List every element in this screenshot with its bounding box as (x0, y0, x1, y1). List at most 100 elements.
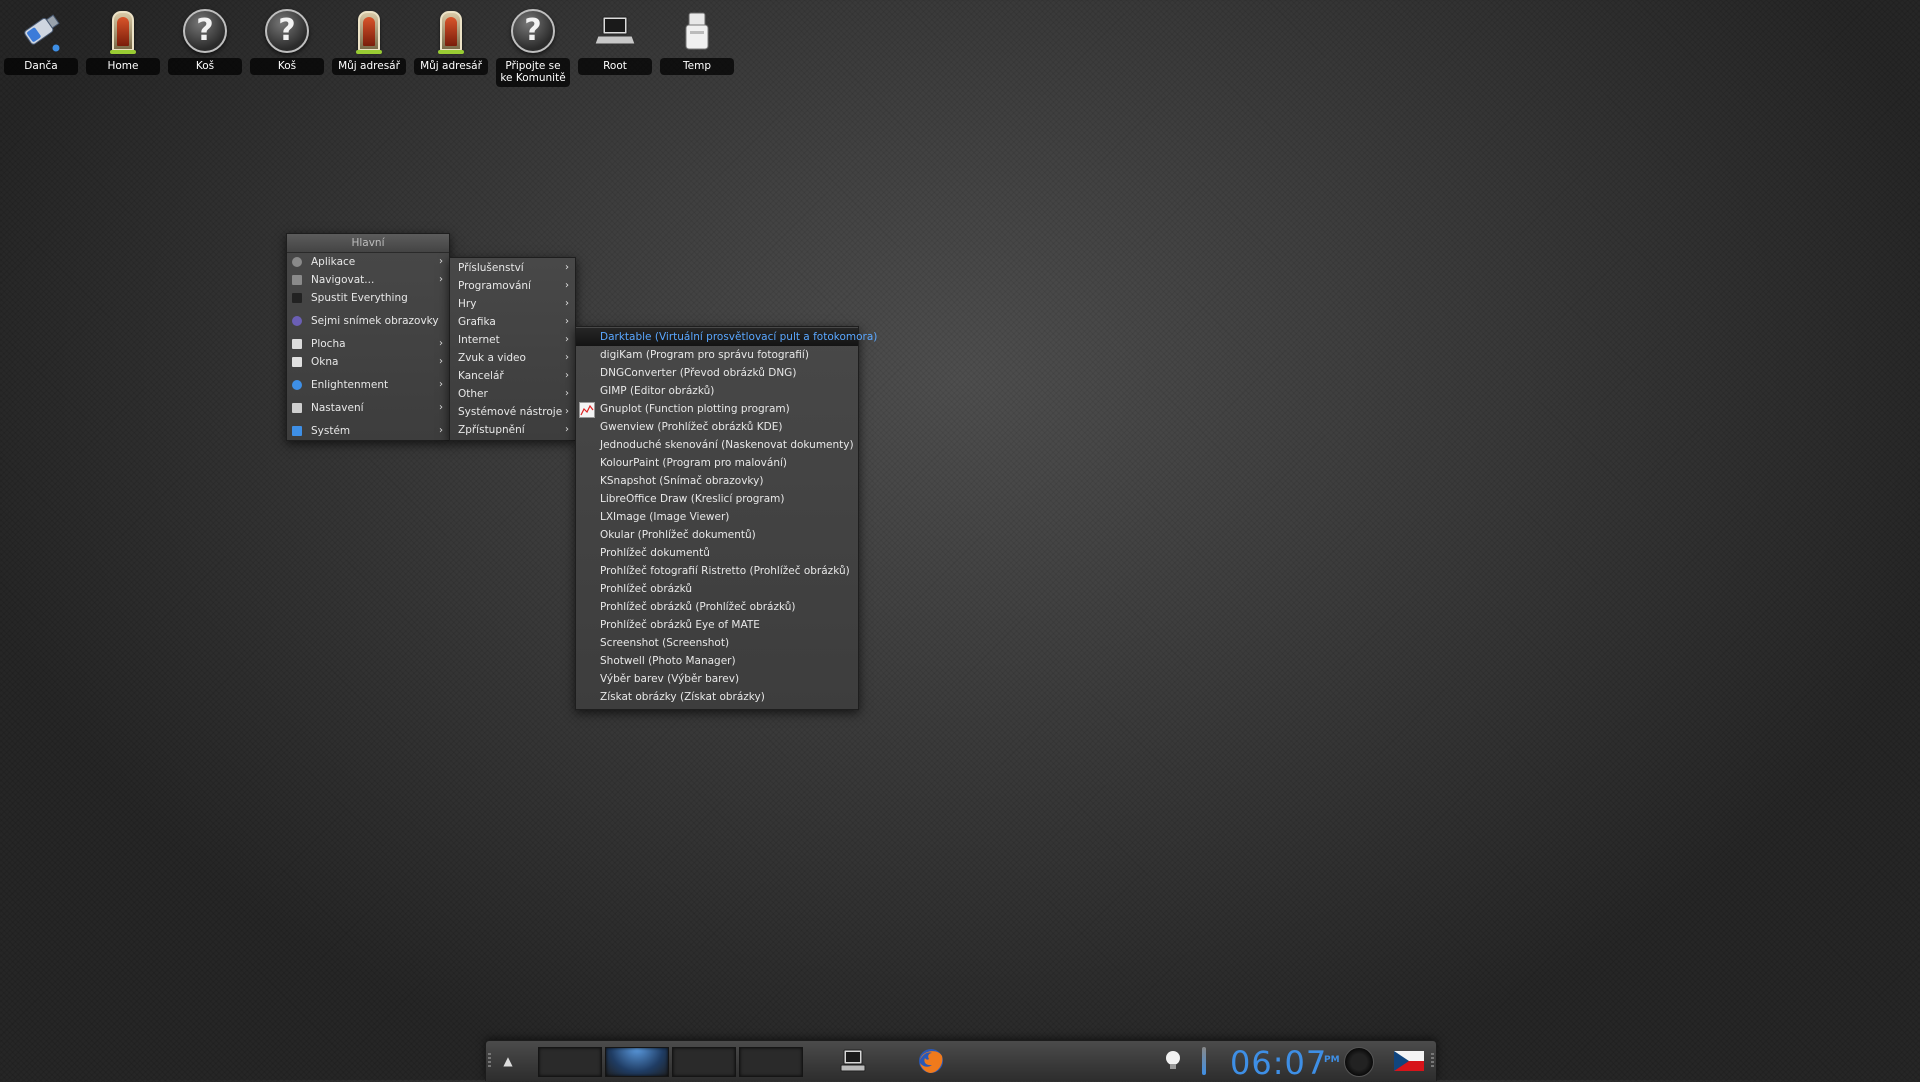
keyboard-layout-switcher[interactable] (1394, 1051, 1424, 1071)
graphics-app-item[interactable]: LXImage (Image Viewer) (576, 508, 858, 526)
menu-item-label: Systém (311, 425, 351, 437)
firefox-icon (919, 1049, 943, 1073)
main-menu-item[interactable]: Plocha › (287, 335, 449, 353)
chevron-right-icon: › (439, 256, 443, 267)
main-menu-item[interactable]: Enlightenment › (287, 376, 449, 394)
graphics-app-item[interactable]: Výběr barev (Výběr barev) (576, 670, 858, 688)
unknown-question-icon: ? (248, 4, 326, 58)
shelf-handle-left[interactable] (488, 1053, 491, 1069)
menu-item-label: Aplikace (311, 256, 356, 268)
graphics-app-item[interactable]: Gnuplot (Function plotting program) (576, 400, 858, 418)
main-menu-item[interactable]: Spustit Everything (287, 289, 449, 307)
chevron-right-icon: › (565, 316, 569, 327)
thermometer-icon (1202, 1047, 1206, 1075)
graphics-app-item[interactable]: KSnapshot (Snímač obrazovky) (576, 472, 858, 490)
desktop-icon-label: Temp (660, 58, 734, 75)
pager-desktop[interactable] (605, 1047, 669, 1077)
graphics-app-item[interactable]: Screenshot (Screenshot) (576, 634, 858, 652)
desktop-icon-label: Připojte se ke Komunitě (496, 58, 570, 87)
menu-item-label: Získat obrázky (Získat obrázky) (600, 691, 765, 703)
clock-time[interactable]: 06:07 (1230, 1044, 1327, 1082)
graphics-submenu: Darktable (Virtuální prosvětlovací pult … (575, 326, 877, 710)
desktop-icon[interactable]: ? Připojte se ke Komunitě (494, 4, 572, 87)
graphics-app-item[interactable]: Gwenview (Prohlížeč obrázků KDE) (576, 418, 858, 436)
graphics-app-item[interactable]: KolourPaint (Program pro malování) (576, 454, 858, 472)
chevron-right-icon: › (565, 298, 569, 309)
graphics-app-item[interactable]: Darktable (Virtuální prosvětlovací pult … (576, 328, 877, 346)
home-door-icon (84, 4, 162, 58)
main-menu-item[interactable]: Okna › (287, 353, 449, 371)
desktop-icon[interactable]: Danča (2, 4, 80, 75)
graphics-app-item[interactable]: Prohlížeč fotografií Ristretto (Prohlíže… (576, 562, 858, 580)
home-door-icon (330, 4, 408, 58)
desktop-icon[interactable]: Můj adresář (412, 4, 490, 75)
graphics-app-item[interactable]: GIMP (Editor obrázků) (576, 382, 858, 400)
menu-item-label: Spustit Everything (311, 292, 408, 304)
menu-item-label: Výběr barev (Výběr barev) (600, 673, 740, 685)
applications-category-item[interactable]: Programování › (450, 277, 575, 295)
menu-item-label: Internet (458, 334, 500, 346)
graphics-app-item[interactable]: Okular (Prohlížeč dokumentů) (576, 526, 858, 544)
main-menu-item[interactable]: Systém › (287, 422, 449, 440)
applications-category-item[interactable]: Systémové nástroje › (450, 403, 575, 421)
chevron-right-icon: › (439, 402, 443, 413)
unknown-question-icon: ? (494, 4, 572, 58)
main-menu-item[interactable]: Navigovat... › (287, 271, 449, 289)
pager-desktop[interactable] (739, 1047, 803, 1077)
main-menu: Hlavní Aplikace › Navigovat... › Spustit Eve… (286, 233, 450, 441)
shelf-handle-right[interactable] (1431, 1053, 1434, 1069)
applications-category-item[interactable]: Other › (450, 385, 575, 403)
chevron-right-icon: › (565, 280, 569, 291)
menu-item-label: LibreOffice Draw (Kreslicí program) (600, 493, 785, 505)
graphics-app-item[interactable]: Shotwell (Photo Manager) (576, 652, 858, 670)
graphics-app-item[interactable]: Prohlížeč obrázků (Prohlížeč obrázků) (576, 598, 858, 616)
desktop-icon[interactable]: Home (84, 4, 162, 75)
desktop-icon[interactable]: ? Koš (248, 4, 326, 75)
graphics-app-item[interactable]: Prohlížeč dokumentů (576, 544, 858, 562)
chevron-right-icon: › (565, 424, 569, 435)
taskbar-firefox-app[interactable] (916, 1046, 946, 1076)
pager-desktop[interactable] (538, 1047, 602, 1077)
desktop-icon-label: Root (578, 58, 652, 75)
chevron-right-icon: › (439, 274, 443, 285)
desktop-icon[interactable]: ? Koš (166, 4, 244, 75)
desktop-icon[interactable]: Temp (658, 4, 736, 75)
applications-category-item[interactable]: Zvuk a video › (450, 349, 575, 367)
menu-item-label: DNGConverter (Převod obrázků DNG) (600, 367, 797, 379)
applications-category-item[interactable]: Grafika › (450, 313, 575, 331)
main-menu-item[interactable]: Aplikace › (287, 253, 449, 271)
graphics-app-item[interactable]: DNGConverter (Převod obrázků DNG) (576, 364, 858, 382)
graphics-app-item[interactable]: Prohlížeč obrázků Eye of MATE (576, 616, 858, 634)
graphics-app-item[interactable]: Prohlížeč obrázků (576, 580, 858, 598)
chevron-right-icon: › (439, 425, 443, 436)
menu-item-label: Hry (458, 298, 477, 310)
desktop-icon[interactable]: Root (576, 4, 654, 75)
menu-item-label: Darktable (Virtuální prosvětlovací pult … (600, 331, 878, 343)
menu-item-label: Příslušenství (458, 262, 524, 274)
applications-category-item[interactable]: Příslušenství › (450, 259, 575, 277)
desktop-icon[interactable]: Můj adresář (330, 4, 408, 75)
menu-item-label: Plocha (311, 338, 346, 350)
menu-item-label: Systémové nástroje (458, 406, 563, 418)
applications-category-item[interactable]: Internet › (450, 331, 575, 349)
graphics-app-item[interactable]: digiKam (Program pro správu fotografií) (576, 346, 858, 364)
applications-category-item[interactable]: Zpřístupnění › (450, 421, 575, 439)
main-menu-item[interactable]: Nastavení › (287, 399, 449, 417)
applications-category-item[interactable]: Hry › (450, 295, 575, 313)
mixer-knob-icon[interactable] (1344, 1047, 1374, 1077)
menu-item-label: digiKam (Program pro správu fotografií) (600, 349, 809, 361)
graphics-app-item[interactable]: Získat obrázky (Získat obrázky) (576, 688, 858, 706)
taskbar-terminal-app[interactable] (838, 1047, 868, 1075)
lightbulb-icon[interactable] (1162, 1049, 1184, 1073)
graphics-app-item[interactable]: Jednoduché skenování (Naskenovat dokumen… (576, 436, 858, 454)
menu-item-label: Okna (311, 356, 339, 368)
applications-category-item[interactable]: Kancelář › (450, 367, 575, 385)
graphics-app-item[interactable]: LibreOffice Draw (Kreslicí program) (576, 490, 858, 508)
main-menu-item[interactable]: Sejmi snímek obrazovky (287, 312, 449, 330)
chevron-right-icon: › (565, 334, 569, 345)
start-menu-button[interactable]: ▲ (496, 1049, 520, 1073)
home-door-icon (412, 4, 490, 58)
menu-item-label: Prohlížeč obrázků (Prohlížeč obrázků) (600, 601, 796, 613)
menu-item-label: Gwenview (Prohlížeč obrázků KDE) (600, 421, 783, 433)
pager-desktop[interactable] (672, 1047, 736, 1077)
